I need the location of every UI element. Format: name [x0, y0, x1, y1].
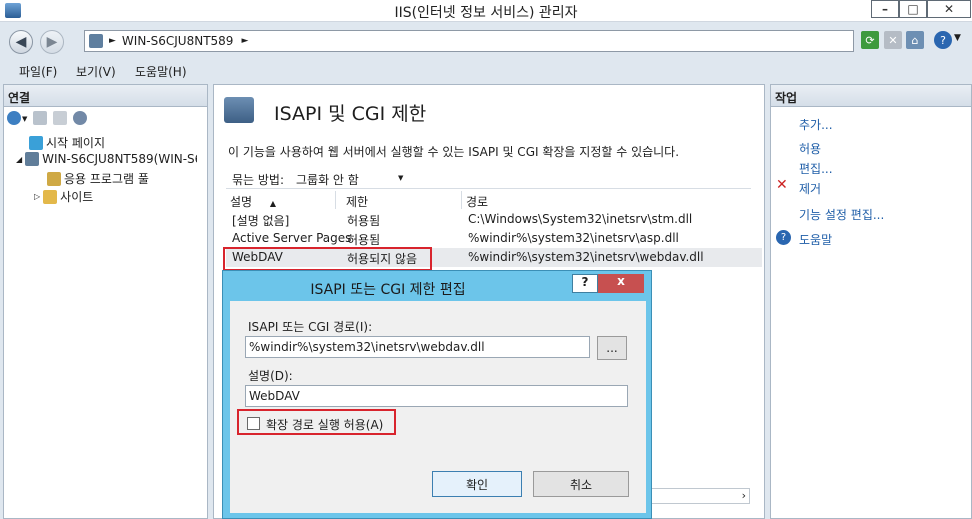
- horizontal-scrollbar[interactable]: ›: [650, 488, 750, 504]
- address-row: ◀ ▶ ► WIN-S6CJU8NT589 ► ⟳ ✕ ⌂ ? ▼: [0, 22, 972, 60]
- server-icon: [25, 152, 40, 166]
- back-button[interactable]: ◀: [9, 30, 33, 54]
- tree-item-sites[interactable]: ▷ 사이트: [34, 188, 93, 205]
- checkbox-highlight-box: [237, 409, 396, 435]
- minimize-button[interactable]: –: [871, 0, 899, 18]
- tree-item-server[interactable]: ◢ WIN-S6CJU8NT589(WIN-S6C: [16, 152, 197, 166]
- help-icon[interactable]: ?: [934, 31, 952, 49]
- connect-globe-icon[interactable]: [7, 111, 21, 125]
- breadcrumb-arrow-icon: ►: [241, 36, 249, 46]
- row-description: [설명 없음]: [232, 214, 290, 228]
- action-edit-feature-settings[interactable]: 기능 설정 편집...: [799, 206, 884, 223]
- path-label: ISAPI 또는 CGI 경로(I):: [248, 320, 373, 334]
- table-row[interactable]: [설명 없음] 허용됨 C:\Windows\System32\inetsrv\…: [226, 210, 762, 229]
- dialog-title: ISAPI 또는 CGI 제한 편집: [310, 282, 466, 298]
- forward-button[interactable]: ▶: [40, 30, 64, 54]
- ok-button[interactable]: 확인: [432, 471, 522, 497]
- close-window-button[interactable]: ✕: [927, 0, 971, 18]
- group-by-bar: 묶는 방법: 그룹화 안 함 ▼: [226, 167, 751, 189]
- action-add[interactable]: 추가...: [799, 116, 833, 133]
- tree-item-start-page[interactable]: 시작 페이지: [29, 134, 105, 151]
- row-description: Active Server Pages: [232, 231, 352, 245]
- scroll-right-icon[interactable]: ›: [742, 489, 746, 502]
- group-by-label: 묶는 방법:: [232, 173, 285, 187]
- action-help[interactable]: 도움말: [799, 231, 832, 248]
- breadcrumb-arrow-icon: ►: [109, 36, 116, 46]
- help-circle-icon: ?: [776, 230, 791, 245]
- tree-label: 사이트: [60, 190, 94, 204]
- column-header-restriction[interactable]: 제한: [342, 191, 462, 209]
- collapse-arrow-icon[interactable]: ◢: [16, 155, 22, 164]
- row-restriction: 허용됨: [347, 233, 381, 247]
- forward-arrow-icon: ▶: [46, 34, 58, 50]
- menu-bar: 파일(F) 보기(V) 도움말(H): [0, 60, 972, 82]
- help-dropdown-icon[interactable]: ▼: [954, 33, 961, 43]
- connect-dropdown-icon[interactable]: ▼: [22, 115, 27, 125]
- dialog-help-button[interactable]: ?: [572, 274, 598, 293]
- refresh-icon[interactable]: ⟳: [861, 31, 879, 49]
- connections-toolbar: ▼: [7, 111, 88, 125]
- menu-help[interactable]: 도움말(H): [135, 63, 187, 80]
- start-page-icon: [29, 135, 43, 150]
- feature-title: ISAPI 및 CGI 제한: [274, 103, 427, 125]
- tree-label: 시작 페이지: [46, 136, 106, 150]
- connections-title: 연결: [4, 85, 207, 107]
- dialog-close-button[interactable]: x: [598, 274, 644, 293]
- menu-view[interactable]: 보기(V): [76, 63, 116, 80]
- actions-panel: 작업 추가... 허용 편집... ✕ 제거 기능 설정 편집... ? 도움말: [770, 84, 972, 519]
- action-edit[interactable]: 편집...: [799, 160, 833, 177]
- column-header-description[interactable]: 설명 ▲: [226, 191, 336, 209]
- feature-description: 이 기능을 사용하여 웹 서버에서 실행할 수 있는 ISAPI 및 CGI 확…: [228, 145, 680, 159]
- row-path: %windir%\system32\inetsrv\asp.dll: [468, 231, 679, 245]
- connections-panel: 연결 ▼ 시작 페이지 ◢ WIN-S6CJU8NT589(WIN-S6C 응용…: [3, 84, 208, 519]
- isapi-cgi-icon: [224, 97, 254, 123]
- maximize-button[interactable]: □: [899, 0, 927, 18]
- description-label: 설명(D):: [248, 369, 293, 383]
- action-remove[interactable]: 제거: [799, 180, 821, 197]
- title-bar: IIS(인터넷 정보 서비스) 관리자 – □ ✕: [0, 0, 972, 22]
- row-restriction: 허용됨: [347, 214, 381, 228]
- remove-icon: ✕: [776, 177, 788, 193]
- actions-title: 작업: [771, 85, 971, 107]
- address-bar[interactable]: ► WIN-S6CJU8NT589 ►: [84, 30, 854, 52]
- description-input[interactable]: WebDAV: [245, 385, 628, 407]
- edit-restriction-dialog: ISAPI 또는 CGI 제한 편집 ? x ISAPI 또는 CGI 경로(I…: [222, 270, 652, 519]
- tree-label: 응용 프로그램 풀: [64, 172, 149, 186]
- webdav-highlight-box: [223, 247, 432, 271]
- app-pool-icon: [47, 171, 61, 186]
- up-level-icon[interactable]: [53, 111, 68, 125]
- cancel-button[interactable]: 취소: [533, 471, 629, 497]
- group-by-dropdown-icon[interactable]: ▼: [398, 174, 403, 182]
- sites-folder-icon: [43, 189, 58, 204]
- sort-ascending-icon: ▲: [269, 199, 277, 208]
- tree-item-app-pools[interactable]: 응용 프로그램 풀: [47, 170, 149, 187]
- server-icon: [89, 34, 103, 48]
- tree-label: WIN-S6CJU8NT589(WIN-S6C: [42, 152, 198, 166]
- row-path: C:\Windows\System32\inetsrv\stm.dll: [468, 212, 693, 226]
- row-path: %windir%\system32\inetsrv\webdav.dll: [468, 250, 704, 264]
- save-icon[interactable]: [33, 111, 48, 125]
- menu-file[interactable]: 파일(F): [19, 63, 57, 80]
- window-title: IIS(인터넷 정보 서비스) 관리자: [394, 5, 578, 21]
- delete-connection-icon[interactable]: [73, 111, 88, 125]
- table-row[interactable]: Active Server Pages 허용됨 %windir%\system3…: [226, 229, 762, 248]
- path-input[interactable]: %windir%\system32\inetsrv\webdav.dll: [245, 336, 590, 358]
- stop-icon[interactable]: ✕: [884, 31, 902, 49]
- dialog-body: ISAPI 또는 CGI 경로(I): %windir%\system32\in…: [230, 301, 646, 513]
- home-icon[interactable]: ⌂: [906, 31, 924, 49]
- breadcrumb-server[interactable]: WIN-S6CJU8NT589: [122, 34, 234, 48]
- group-by-select[interactable]: 그룹화 안 함: [296, 171, 359, 188]
- back-arrow-icon: ◀: [15, 34, 27, 50]
- browse-button[interactable]: ...: [597, 336, 627, 360]
- action-allow[interactable]: 허용: [799, 140, 821, 157]
- expand-arrow-icon[interactable]: ▷: [34, 192, 40, 201]
- column-header-path[interactable]: 경로: [462, 191, 762, 209]
